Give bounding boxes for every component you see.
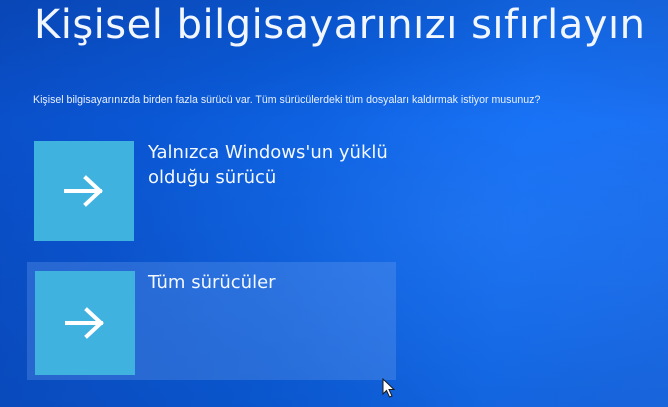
option-windows-drive-only[interactable]: Yalnızca Windows'un yüklü olduğu sürücü bbox=[27, 138, 388, 244]
mouse-pointer-icon bbox=[382, 377, 396, 402]
option-all-drives[interactable]: Tüm sürücüler bbox=[27, 262, 396, 380]
page-question: Kişisel bilgisayarınızda birden fazla sü… bbox=[33, 94, 541, 106]
arrow-right-icon bbox=[65, 307, 104, 339]
option-label: Yalnızca Windows'un yüklü olduğu sürücü bbox=[148, 142, 388, 188]
arrow-right-icon bbox=[64, 175, 103, 207]
option-tile bbox=[35, 271, 135, 375]
option-tile bbox=[34, 141, 134, 241]
option-label: Tüm sürücüler bbox=[148, 272, 276, 293]
page-title: Kişisel bilgisayarınızı sıfırlayın bbox=[34, 2, 646, 48]
